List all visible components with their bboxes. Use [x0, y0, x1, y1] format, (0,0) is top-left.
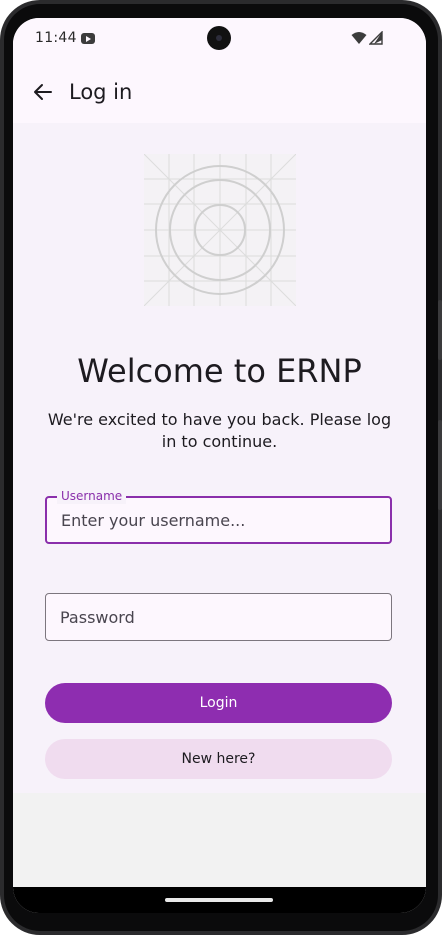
password-field[interactable] — [45, 593, 392, 641]
username-field[interactable]: Username — [45, 488, 392, 544]
password-input[interactable] — [60, 594, 380, 640]
login-form-area: Welcome to ERNP We're excited to have yo… — [13, 123, 426, 793]
back-button[interactable] — [29, 78, 57, 106]
arrow-back-icon — [34, 84, 52, 100]
welcome-subtitle: We're excited to have you back. Please l… — [47, 410, 392, 451]
system-nav-bar — [13, 887, 426, 913]
power-button — [438, 300, 442, 360]
screen: 11:44 Log in Welcome to ERNP We're excit… — [13, 18, 426, 913]
welcome-title: Welcome to ERNP — [77, 352, 362, 390]
empty-background — [13, 793, 426, 887]
signal-icon — [369, 31, 383, 45]
app-bar: Log in — [13, 62, 426, 123]
page-title: Log in — [69, 80, 133, 104]
youtube-icon — [81, 33, 95, 44]
status-time: 11:44 — [35, 30, 77, 46]
phone-frame: 11:44 Log in Welcome to ERNP We're excit… — [0, 0, 442, 935]
wifi-icon — [351, 32, 367, 44]
front-camera — [207, 26, 231, 50]
placeholder-logo-icon — [144, 154, 296, 306]
new-here-button[interactable]: New here? — [45, 739, 392, 779]
home-indicator[interactable] — [165, 898, 273, 902]
volume-button — [438, 420, 442, 510]
login-button[interactable]: Login — [45, 683, 392, 723]
status-bar: 11:44 — [13, 18, 426, 62]
username-input[interactable] — [61, 498, 381, 542]
